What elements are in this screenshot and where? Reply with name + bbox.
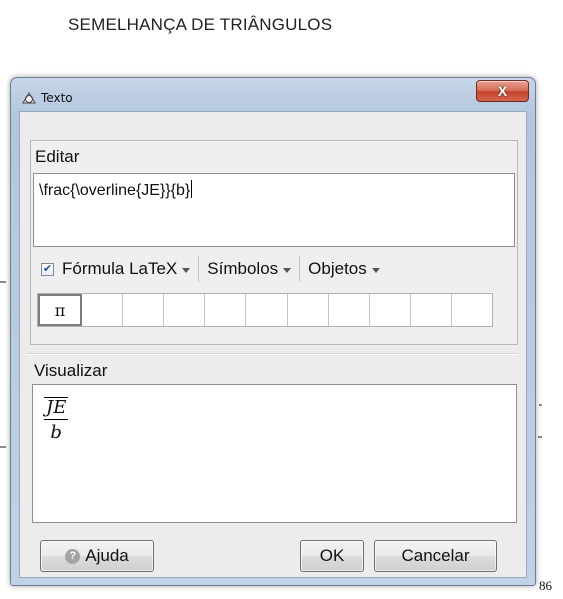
fraction-denominator: b: [50, 422, 62, 443]
close-button[interactable]: X: [476, 80, 529, 102]
latex-editor[interactable]: \frac{\overline{JE}}{b}: [33, 173, 515, 247]
toolbar-separator: [299, 256, 301, 282]
page-number: 86: [539, 578, 552, 593]
chevron-down-icon: [371, 267, 380, 273]
symbol-cell[interactable]: [123, 294, 165, 326]
text-caret: [191, 180, 193, 198]
symbol-cell[interactable]: [411, 294, 452, 326]
chevron-down-icon: [283, 267, 292, 273]
edit-toolbar: ✔ Fórmula LaTeX Símbolos Objetos: [31, 254, 517, 284]
cancel-button-label: Cancelar: [401, 546, 470, 565]
symbol-palette: π: [37, 293, 493, 327]
question-icon: ?: [65, 548, 81, 564]
background-line: [538, 436, 542, 438]
toolbar-separator: [198, 256, 200, 282]
symbol-cell[interactable]: [164, 294, 206, 326]
objects-dropdown[interactable]: Objetos: [308, 259, 380, 279]
checkmark-icon: ✔: [42, 262, 53, 275]
dialog-body: Editar \frac{\overline{JE}}{b} ✔ Fórmula…: [19, 111, 527, 578]
preview-fraction: JE b: [44, 397, 69, 443]
help-button-label: Ajuda: [85, 546, 129, 565]
help-button[interactable]: ? Ajuda: [40, 540, 154, 572]
latex-formula-label: Fórmula LaTeX: [62, 259, 178, 278]
symbol-cell[interactable]: [288, 294, 329, 326]
ok-button[interactable]: OK: [300, 540, 364, 572]
symbol-cell-pi[interactable]: π: [38, 294, 83, 326]
symbol-cell[interactable]: [370, 294, 411, 326]
preview-area: JE b: [32, 384, 517, 523]
shapes-icon: [21, 91, 37, 105]
panel-divider: [28, 353, 518, 355]
fraction-bar: [44, 419, 69, 420]
symbol-cell[interactable]: [452, 294, 492, 326]
symbol-cell[interactable]: [205, 294, 247, 326]
close-icon: X: [497, 83, 508, 99]
background-line: [0, 446, 6, 448]
editor-text: \frac{\overline{JE}}{b}: [39, 182, 191, 199]
symbol-cell[interactable]: [329, 294, 370, 326]
background-line: [539, 404, 542, 406]
ok-button-label: OK: [319, 546, 345, 565]
background-line: [0, 281, 6, 283]
text-dialog: Texto X Editar \frac{\overline{JE}}{b} ✔…: [10, 77, 536, 586]
symbol-cell[interactable]: [82, 294, 124, 326]
fraction-numerator: JE: [44, 397, 69, 418]
chevron-down-icon: [182, 267, 191, 273]
latex-formula-dropdown[interactable]: Fórmula LaTeX: [62, 259, 191, 279]
edit-section-label: Editar: [35, 147, 80, 166]
page-title: SEMELHANÇA DE TRIÂNGULOS: [68, 15, 333, 34]
dialog-titlebar[interactable]: Texto X: [11, 78, 535, 111]
edit-panel: Editar \frac{\overline{JE}}{b} ✔ Fórmula…: [30, 140, 518, 345]
latex-checkbox[interactable]: ✔: [41, 262, 54, 276]
objects-label: Objetos: [308, 259, 367, 278]
symbol-cell[interactable]: [246, 294, 288, 326]
symbols-dropdown[interactable]: Símbolos: [207, 259, 292, 279]
cancel-button[interactable]: Cancelar: [374, 540, 497, 572]
preview-section-label: Visualizar: [34, 361, 108, 380]
dialog-title: Texto: [41, 91, 73, 105]
symbols-label: Símbolos: [207, 259, 279, 278]
